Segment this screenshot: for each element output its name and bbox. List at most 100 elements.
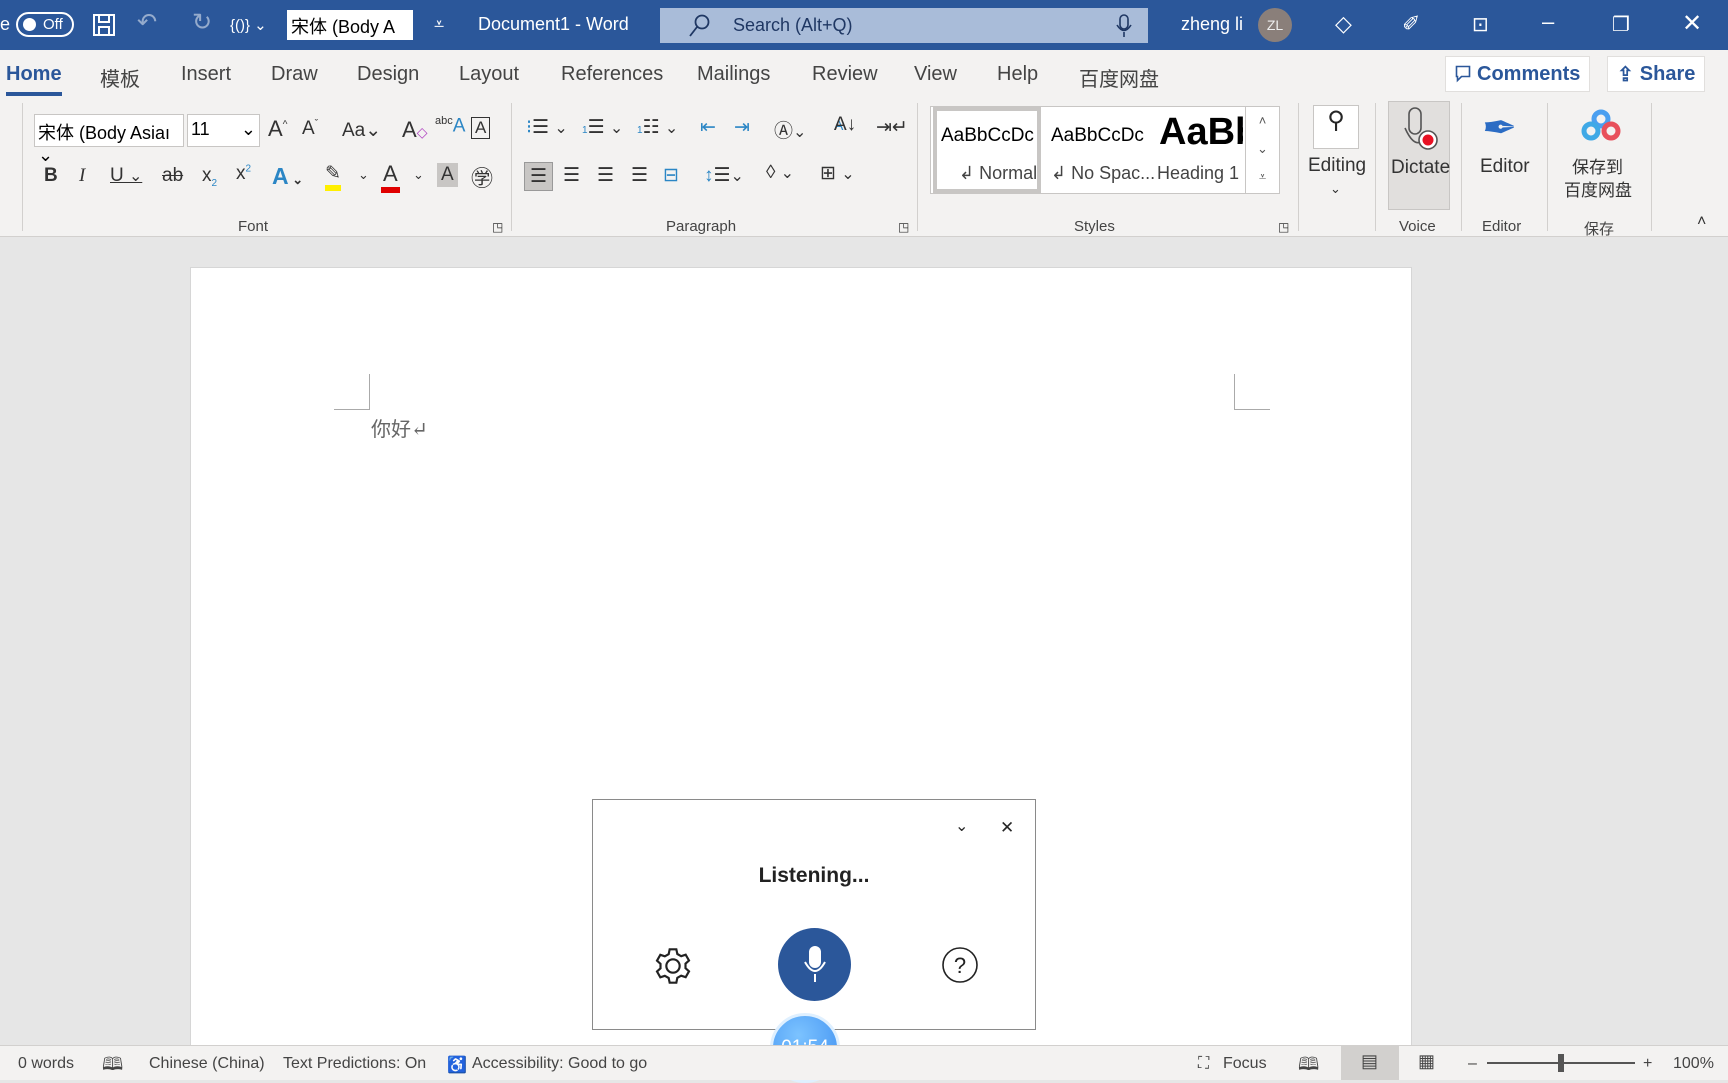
pen-icon[interactable]: ✐ [1402,11,1420,37]
help-icon[interactable]: ? [941,946,979,984]
proofing-icon[interactable]: 🕮 [102,1052,123,1082]
highlight-dropdown[interactable]: ⌄ [358,167,369,183]
dictation-mic-button[interactable] [778,928,851,1001]
dictate-button[interactable]: Dictate [1388,101,1450,210]
text-direction-icon[interactable]: Ⓐ⌄ [774,116,806,143]
minimize-icon[interactable]: – [1542,9,1554,35]
decrease-indent-icon[interactable]: ⇤ [700,116,716,139]
zoom-slider-thumb[interactable] [1558,1054,1564,1072]
styles-scroll[interactable]: ˄ ⌄ ⩡ [1245,107,1279,193]
save-icon[interactable] [92,13,116,37]
redo-icon[interactable]: ↻ [192,8,212,37]
tab-references[interactable]: References [561,63,663,86]
ribbon-display-icon[interactable]: ⊡ [1472,12,1489,37]
collapse-ribbon-icon[interactable]: ˄ [1697,213,1706,231]
document-text[interactable]: 你好↵ [371,413,428,442]
phonetic-guide-icon[interactable]: abcA [435,115,465,137]
grow-font-icon[interactable]: A^ [268,116,287,142]
zoom-in-icon[interactable]: + [1643,1055,1652,1073]
style-normal[interactable]: AaBbCcDc ↲ Normal [933,107,1041,193]
styles-dialog-launcher[interactable]: ◳ [1278,220,1289,234]
clear-formatting-icon[interactable]: A◇ [402,117,427,143]
strikethrough-icon[interactable]: ab [162,165,183,187]
borders-icon[interactable]: ⊞ ⌄ [820,162,854,185]
tab-template[interactable]: 模板 [100,63,140,92]
numbering-icon[interactable]: 1☰ ⌄ [582,116,623,139]
superscript-icon[interactable]: x2 [236,163,251,185]
tab-insert[interactable]: Insert [181,63,231,86]
justify-icon[interactable]: ☰ [631,164,648,187]
tab-home[interactable]: Home [6,63,62,96]
shrink-font-icon[interactable]: Aˇ [302,118,318,140]
tab-layout[interactable]: Layout [459,63,519,86]
qat-font-box[interactable]: 宋体 (Body A ⌄ [287,10,413,59]
font-dialog-launcher[interactable]: ◳ [492,220,503,234]
tab-mailings[interactable]: Mailings [697,63,770,86]
line-spacing-icon[interactable]: ↕☰⌄ [704,164,744,187]
style-heading-1[interactable]: AaBbHeading 1 [1151,107,1243,193]
tab-design[interactable]: Design [357,63,419,86]
font-color-dropdown[interactable]: ⌄ [413,167,424,183]
language-status[interactable]: Chinese (China) [149,1055,265,1073]
user-name[interactable]: zheng li [1181,14,1243,35]
align-center-icon[interactable]: ☰ [563,164,580,187]
diamond-icon[interactable]: ◇ [1335,11,1352,37]
share-button[interactable]: ⇪ Share [1607,56,1706,92]
settings-gear-icon[interactable] [653,946,693,986]
font-name-box[interactable]: 宋体 (Body Asiaı ⌄ [34,114,184,165]
customize-qat-icon[interactable]: ⩡ [434,14,444,35]
close-icon[interactable]: ✕ [1682,9,1702,38]
enclose-characters-icon[interactable]: ㊫ [471,161,493,193]
subscript-icon[interactable]: x2 [202,165,217,189]
tab-baidu[interactable]: 百度网盘 [1079,63,1159,92]
restore-icon[interactable]: ❐ [1612,12,1630,37]
bold-icon[interactable]: B [44,165,58,187]
text-predictions-status[interactable]: Text Predictions: On [283,1055,426,1073]
tab-review[interactable]: Review [812,63,878,86]
editing-button[interactable]: ⚲ Editing ⌄ [1306,105,1366,205]
character-border-icon[interactable]: A [471,117,491,139]
word-count[interactable]: 0 words [18,1055,74,1073]
highlight-icon[interactable]: ✎ [325,162,341,191]
distributed-icon[interactable]: ⊟ [663,164,679,187]
show-formatting-icon[interactable]: ⇥↵ [876,116,908,139]
zoom-level[interactable]: 100% [1673,1055,1714,1073]
shading-icon[interactable]: ◊ ⌄ [766,162,794,184]
font-color-icon[interactable]: A [381,161,400,193]
multilevel-list-icon[interactable]: 1☷ ⌄ [637,116,678,139]
underline-icon[interactable]: U ⌄ [110,165,142,187]
italic-icon[interactable]: I [79,165,85,187]
equation-icon[interactable]: {()} ⌄ [230,16,267,34]
font-size-box[interactable]: 11 ⌄ [187,114,260,147]
style-no-spacing[interactable]: AaBbCcDc ↲ No Spac... [1043,107,1155,193]
text-effects-icon[interactable]: A ⌄ [272,163,303,190]
align-right-icon[interactable]: ☰ [597,164,614,187]
editor-button[interactable]: ✒ Editor [1474,103,1534,203]
undo-icon[interactable]: ↶ [137,8,157,37]
microphone-icon[interactable] [1116,14,1132,38]
zoom-out-icon[interactable]: – [1468,1055,1477,1073]
bullets-icon[interactable]: ⁝☰ ⌄ [526,116,568,139]
change-case-icon[interactable]: Aa⌄ [342,119,381,142]
align-left-icon[interactable]: ☰ [524,162,554,191]
character-shading-icon[interactable]: A [437,163,458,187]
dictation-close-icon[interactable]: ✕ [1000,818,1014,838]
tab-help[interactable]: Help [997,63,1038,86]
focus-button[interactable]: Focus [1223,1055,1267,1073]
paragraph-dialog-launcher[interactable]: ◳ [898,220,909,234]
tab-view[interactable]: View [914,63,957,86]
collapse-chevron-icon[interactable]: ⌄ [955,816,968,836]
autosave-toggle[interactable]: Off [16,12,74,37]
tab-draw[interactable]: Draw [271,63,318,86]
save-to-baidu-button[interactable]: 保存到 百度网盘 [1560,105,1640,205]
print-layout-button[interactable]: ▤ [1341,1046,1399,1080]
search-box[interactable]: Search (Alt+Q) [660,8,1148,43]
avatar[interactable]: ZL [1258,8,1292,42]
accessibility-status[interactable]: Accessibility: Good to go [472,1055,647,1073]
read-mode-icon[interactable]: 🕮 [1298,1052,1319,1082]
web-layout-icon[interactable]: ▦ [1418,1051,1435,1072]
comments-label: Comments [1477,62,1581,85]
paragraph-group-label: Paragraph [666,218,737,235]
comments-button[interactable]: Comments [1445,56,1591,92]
increase-indent-icon[interactable]: ⇥ [734,116,750,139]
